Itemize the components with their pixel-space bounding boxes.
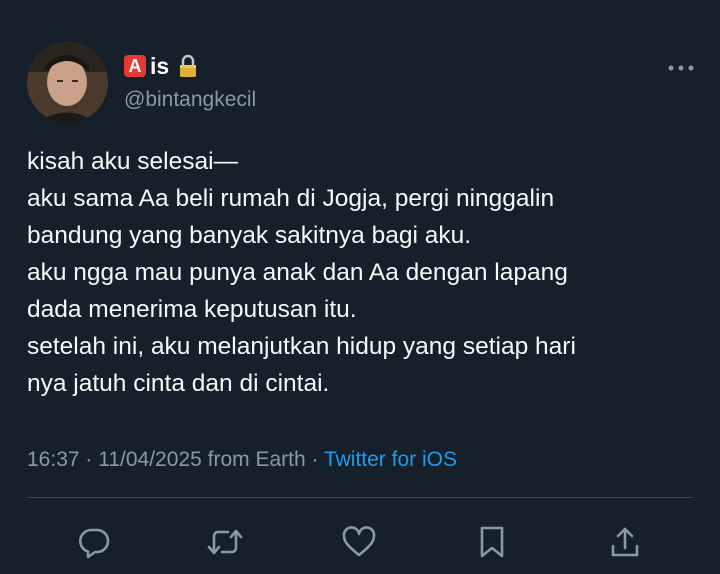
tweet-line: dada menerima keputusan itu.: [27, 296, 357, 323]
tweet-date[interactable]: 11/04/2025: [98, 448, 202, 471]
tweet-line: kisah aku selesai—: [27, 148, 239, 175]
meta-separator: ·: [79, 448, 99, 471]
name-badge: A: [124, 55, 146, 77]
reply-icon: [76, 524, 112, 560]
retweet-icon: [206, 524, 244, 560]
retweet-button[interactable]: [205, 522, 245, 562]
tweet-line: nya jatuh cinta dan di cintai.: [27, 370, 330, 397]
more-icon[interactable]: [666, 60, 696, 76]
tweet-text: kisah aku selesai— aku sama Aa beli ruma…: [27, 143, 697, 402]
tweet-card: A is @bintangkecil kisah aku selesai— ak…: [0, 0, 720, 574]
meta-separator: ·: [305, 448, 324, 471]
tweet-line: setelah ini, aku melanjutkan hidup yang …: [27, 333, 576, 360]
divider: [27, 497, 693, 498]
user-handle[interactable]: @bintangkecil: [124, 88, 256, 112]
tweet-source-link[interactable]: Twitter for iOS: [324, 448, 457, 471]
lock-icon: [177, 54, 199, 78]
avatar[interactable]: [27, 42, 108, 123]
reply-button[interactable]: [74, 522, 114, 562]
tweet-line: bandung yang banyak sakitnya bagi aku.: [27, 222, 472, 249]
share-button[interactable]: [605, 522, 645, 562]
bookmark-button[interactable]: [472, 522, 512, 562]
share-icon: [608, 524, 642, 560]
heart-icon: [341, 525, 377, 559]
like-button[interactable]: [339, 522, 379, 562]
bookmark-icon: [477, 524, 507, 560]
name-text: is: [150, 52, 170, 79]
tweet-location: from Earth: [201, 448, 306, 471]
tweet-time[interactable]: 16:37: [27, 448, 80, 471]
tweet-line: aku ngga mau punya anak dan Aa dengan la…: [27, 259, 568, 286]
tweet-line: aku sama Aa beli rumah di Jogja, pergi n…: [27, 185, 555, 212]
display-name[interactable]: A is: [124, 52, 199, 80]
tweet-meta: 16:37 · 11/04/2025 from Earth · Twitter …: [27, 448, 457, 472]
